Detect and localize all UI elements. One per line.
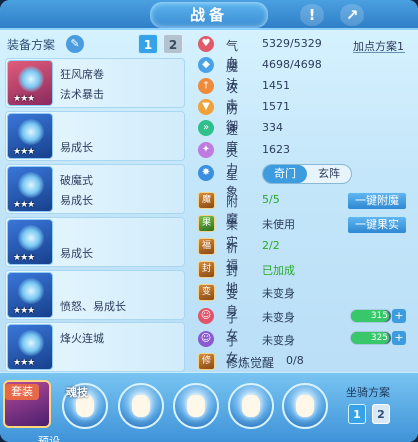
star-rating: ★★★ xyxy=(13,306,35,316)
child-level-bar-2: 325 xyxy=(350,331,392,345)
xingxiang-toggle: 奇门 玄阵 xyxy=(262,164,352,184)
transform-icon: 变 xyxy=(198,284,215,301)
cultivation-icon: 修 xyxy=(198,353,215,370)
toggle-qimen[interactable]: 奇门 xyxy=(263,165,307,183)
page-title: 战备 xyxy=(150,2,268,28)
stat-value: 1623 xyxy=(262,143,290,156)
gem-slot-2[interactable] xyxy=(173,383,219,429)
stat-value: 1571 xyxy=(262,100,290,113)
equip-slot-weapon[interactable]: ★★★ 狂风席卷 法术暴击 xyxy=(5,58,185,108)
spirit-icon: ✦ xyxy=(198,142,214,158)
equip-plan-label: 装备方案 xyxy=(7,38,56,52)
title-bar: 战备 ! ↗ xyxy=(0,0,418,30)
equip-effect: 烽火连城 xyxy=(60,332,104,345)
red-sword-icon: ★★★ xyxy=(7,60,53,106)
equip-effect: 狂风席卷 xyxy=(60,68,104,81)
stat-value: 334 xyxy=(262,121,283,134)
child-level-value: 315 xyxy=(370,311,388,321)
child-add-button-2[interactable]: + xyxy=(392,331,406,345)
star-rating: ★★★ xyxy=(13,200,35,210)
stat-value: 1451 xyxy=(262,79,290,92)
pencil-icon: ✎ xyxy=(70,37,80,50)
blue-boots-icon: ★★★ xyxy=(7,324,53,370)
sword-icon: † xyxy=(198,78,214,94)
star-rating: ★★★ xyxy=(13,358,35,368)
soul-skill-label: 魂技 xyxy=(66,386,88,399)
share-icon: ↗ xyxy=(345,6,359,24)
enchant-icon: 魔 xyxy=(198,192,215,209)
blue-helmet-icon: ★★★ xyxy=(7,113,53,159)
extra-value: 已加成 xyxy=(262,264,295,277)
mana-icon: ◆ xyxy=(198,57,214,73)
help-icon: ! xyxy=(308,6,316,24)
child-icon: ☺ xyxy=(198,308,214,324)
help-button[interactable]: ! xyxy=(300,4,324,26)
share-button[interactable]: ↗ xyxy=(340,4,364,26)
plus-icon: + xyxy=(394,309,404,322)
one-click-enchant-button[interactable]: 一键附魔 xyxy=(347,192,407,210)
mount-tab-1[interactable]: 1 xyxy=(348,404,366,424)
child-icon: ☺ xyxy=(198,331,214,347)
extra-value: 未变身 xyxy=(262,311,295,324)
equipment-panel: 战备 ! ↗ 装备方案 ✎ 1 2 ★★★ 狂风席卷 法术暴击 ★★★ 易成长 … xyxy=(0,0,418,442)
blue-belt-icon: ★★★ xyxy=(7,272,53,318)
plus-icon: + xyxy=(394,331,404,344)
equip-effect: 愤怒、易成长 xyxy=(60,300,126,313)
gem-slot-4[interactable] xyxy=(282,383,328,429)
equip-slot-belt[interactable]: ★★★ 愤怒、易成长 xyxy=(5,270,185,320)
equip-effect: 易成长 xyxy=(60,141,93,154)
extra-value: 未使用 xyxy=(262,218,295,231)
fief-icon: 封 xyxy=(198,261,215,278)
star-rating: ★★★ xyxy=(13,147,35,157)
equip-effect: 易成长 xyxy=(60,247,93,260)
gem-slot-3[interactable] xyxy=(228,383,274,429)
fruit-icon: 果 xyxy=(198,215,215,232)
preset-label: 预设 xyxy=(38,435,60,442)
blue-necklace-icon: ★★★ xyxy=(7,166,53,212)
equip-slot-necklace[interactable]: ★★★ 破魔式 易成长 xyxy=(5,164,185,214)
equip-effect: 易成长 xyxy=(60,194,93,207)
equip-slot-boots[interactable]: ★★★ 烽火连城 xyxy=(5,322,185,372)
shield-icon: ▼ xyxy=(198,99,214,115)
mount-tab-2[interactable]: 2 xyxy=(372,404,390,424)
link-underline xyxy=(353,52,405,53)
equip-effect: 破魔式 xyxy=(60,174,93,187)
child-add-button-1[interactable]: + xyxy=(392,309,406,323)
equip-slot-helmet[interactable]: ★★★ 易成长 xyxy=(5,111,185,161)
equip-slot-armor[interactable]: ★★★ 易成长 xyxy=(5,217,185,267)
toggle-xuanzhen[interactable]: 玄阵 xyxy=(307,165,351,183)
star-sign-icon: ✸ xyxy=(198,165,214,181)
mount-plan-label: 坐骑方案 xyxy=(346,386,390,399)
extra-value: 2/2 xyxy=(262,239,280,252)
extra-value: 未变身 xyxy=(262,287,295,300)
one-click-fruit-button[interactable]: 一键果实 xyxy=(347,216,407,234)
set-label: 套装 xyxy=(5,384,39,400)
equip-effect: 法术暴击 xyxy=(60,88,104,101)
extra-label: 修炼觉醒 xyxy=(226,356,275,370)
speed-icon: » xyxy=(198,120,214,136)
stat-value: 4698/4698 xyxy=(262,58,322,71)
blue-armor-icon: ★★★ xyxy=(7,219,53,265)
star-rating: ★★★ xyxy=(13,94,35,104)
plan-tab-2[interactable]: 2 xyxy=(163,34,183,54)
gem-slot-1[interactable] xyxy=(118,383,164,429)
blessing-icon: 福 xyxy=(198,238,215,255)
extra-value: 未变身 xyxy=(262,334,295,347)
extra-value: 5/5 xyxy=(262,193,280,206)
star-rating: ★★★ xyxy=(13,253,35,263)
child-level-bar-1: 315 xyxy=(350,309,392,323)
child-level-value: 325 xyxy=(370,333,388,343)
plan-tab-1[interactable]: 1 xyxy=(138,34,158,54)
extra-value: 0/8 xyxy=(286,354,304,367)
edit-plan-button[interactable]: ✎ xyxy=(66,35,84,53)
heart-icon: ♥ xyxy=(198,36,214,52)
stat-value: 5329/5329 xyxy=(262,37,322,50)
